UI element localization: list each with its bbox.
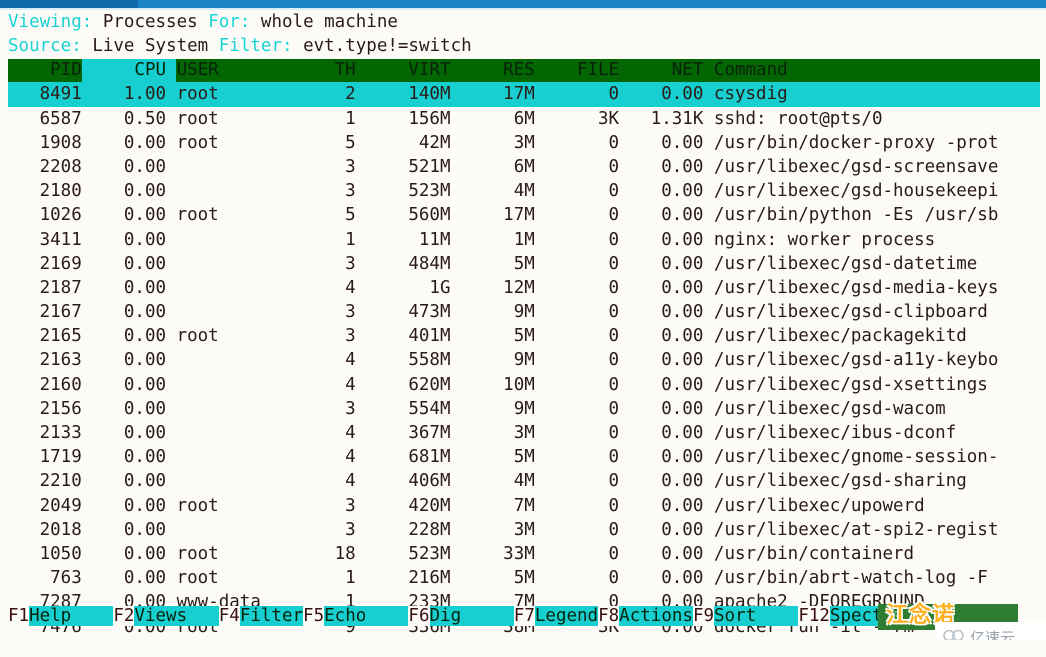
table-row[interactable]: 8491 1.00 root 2 140M 17M 0 0.00 csysdig — [0, 82, 1046, 107]
table-row[interactable]: 2187 0.00 4 1G 12M 0 0.00 /usr/libexec/g… — [0, 276, 1046, 300]
table-row[interactable]: 2049 0.00 root 3 420M 7M 0 0.00 /usr/lib… — [0, 494, 1046, 518]
function-key-dig[interactable]: Dig — [429, 606, 514, 626]
function-key-number-f6: F6 — [408, 606, 430, 626]
column-header-labels: PID CPU USER TH VIRT RES FILE NET Comman… — [8, 60, 788, 81]
table-row[interactable]: 2156 0.00 3 554M 9M 0 0.00 /usr/libexec/… — [0, 397, 1046, 421]
table-row[interactable]: 2165 0.00 root 3 401M 5M 0 0.00 /usr/lib… — [0, 324, 1046, 348]
table-row-text: 2156 0.00 3 554M 9M 0 0.00 /usr/libexec/… — [8, 398, 946, 419]
table-row[interactable]: 763 0.00 root 1 216M 5M 0 0.00 /usr/bin/… — [0, 566, 1046, 590]
table-row[interactable]: 2018 0.00 3 228M 3M 0 0.00 /usr/libexec/… — [0, 518, 1046, 542]
viewing-spacer — [92, 12, 103, 32]
table-row-text: 2049 0.00 root 3 420M 7M 0 0.00 /usr/lib… — [8, 495, 925, 516]
table-row[interactable]: 2160 0.00 4 620M 10M 0 0.00 /usr/libexec… — [0, 373, 1046, 397]
table-column-header[interactable]: PID CPU USER TH VIRT RES FILE NET Comman… — [0, 59, 1046, 83]
terminal-bottom-padding — [0, 640, 1046, 657]
status-line-viewing: Viewing: Processes For: whole machine — [0, 10, 1046, 34]
function-key-filter[interactable]: Filter — [239, 606, 304, 626]
table-row[interactable]: 2163 0.00 4 558M 9M 0 0.00 /usr/libexec/… — [0, 348, 1046, 372]
function-key-sort[interactable]: Sort — [714, 606, 799, 626]
function-key-number-f9: F9 — [692, 606, 715, 626]
for-spacer2 — [250, 12, 261, 32]
function-key-echo[interactable]: Echo — [324, 606, 409, 626]
function-key-actions[interactable]: Actions — [619, 606, 693, 626]
table-row-text: 2169 0.00 3 484M 5M 0 0.00 /usr/libexec/… — [8, 253, 978, 274]
table-row-text: 2163 0.00 4 558M 9M 0 0.00 /usr/libexec/… — [8, 350, 999, 371]
table-row-text: 1026 0.00 root 5 560M 17M 0 0.00 /usr/bi… — [8, 205, 999, 226]
function-key-legend[interactable]: Legend — [534, 606, 599, 626]
filter-spacer — [208, 36, 219, 56]
for-label: For: — [208, 12, 251, 32]
function-key-number-f2: F2 — [113, 606, 135, 626]
browser-progress-bar — [0, 0, 1046, 8]
function-key-views[interactable]: Views — [134, 606, 219, 626]
status-line-source: Source: Live System Filter: evt.type!=sw… — [0, 34, 1046, 58]
table-row-text: 1908 0.00 root 5 42M 3M 0 0.00 /usr/bin/… — [8, 132, 999, 153]
table-row[interactable]: 6587 0.50 root 1 156M 6M 3K 1.31K sshd: … — [0, 107, 1046, 131]
csysdig-screen: Viewing: Processes For: whole machine So… — [0, 0, 1046, 657]
source-spacer — [82, 36, 93, 56]
table-row-text: 763 0.00 root 1 216M 5M 0 0.00 /usr/bin/… — [8, 568, 988, 589]
viewing-value[interactable]: Processes — [103, 12, 198, 32]
table-row-text: 2165 0.00 root 3 401M 5M 0 0.00 /usr/lib… — [8, 326, 967, 347]
function-key-number-f7: F7 — [513, 606, 535, 626]
table-row[interactable]: 1908 0.00 root 5 42M 3M 0 0.00 /usr/bin/… — [0, 131, 1046, 155]
table-row[interactable]: 2210 0.00 4 406M 4M 0 0.00 /usr/libexec/… — [0, 469, 1046, 493]
function-key-list: F1Help F2Views F4FilterF5Echo F6Dig F7Le… — [8, 604, 904, 628]
table-row[interactable]: 2180 0.00 3 523M 4M 0 0.00 /usr/libexec/… — [0, 179, 1046, 203]
table-row-text: 2018 0.00 3 228M 3M 0 0.00 /usr/libexec/… — [8, 519, 999, 540]
for-value[interactable]: whole machine — [261, 12, 398, 32]
table-row[interactable]: 2167 0.00 3 473M 9M 0 0.00 /usr/libexec/… — [0, 300, 1046, 324]
table-row-text: 2187 0.00 4 1G 12M 0 0.00 /usr/libexec/g… — [8, 277, 999, 298]
table-row-text: 1050 0.00 root 18 523M 33M 0 0.00 /usr/b… — [8, 543, 915, 564]
table-row[interactable]: 2169 0.00 3 484M 5M 0 0.00 /usr/libexec/… — [0, 252, 1046, 276]
source-label: Source: — [8, 36, 82, 57]
table-row[interactable]: 1719 0.00 4 681M 5M 0 0.00 /usr/libexec/… — [0, 445, 1046, 469]
table-row-text: 2167 0.00 3 473M 9M 0 0.00 /usr/libexec/… — [8, 302, 988, 323]
table-row-text: 1719 0.00 4 681M 5M 0 0.00 /usr/libexec/… — [8, 447, 999, 468]
table-row-text: 6587 0.50 root 1 156M 6M 3K 1.31K sshd: … — [8, 108, 883, 129]
terminal-surface: Viewing: Processes For: whole machine So… — [0, 10, 1046, 657]
function-key-number-f12: F12 — [798, 606, 830, 626]
for-spacer — [198, 12, 209, 32]
function-key-number-f8: F8 — [598, 606, 620, 626]
filter-spacer2 — [293, 36, 304, 56]
table-row[interactable]: 2133 0.00 4 367M 3M 0 0.00 /usr/libexec/… — [0, 421, 1046, 445]
function-key-number-f5: F5 — [303, 606, 325, 626]
filter-label: Filter: — [218, 36, 293, 57]
function-key-help[interactable]: Help — [29, 606, 114, 626]
table-row-text: 2208 0.00 3 521M 6M 0 0.00 /usr/libexec/… — [8, 156, 999, 177]
process-table-body: 8491 1.00 root 2 140M 17M 0 0.00 csysdig… — [0, 82, 1046, 638]
browser-progress-fill — [0, 0, 138, 8]
filter-value[interactable]: evt.type!=switch — [303, 36, 472, 56]
table-row[interactable]: 1050 0.00 root 18 523M 33M 0 0.00 /usr/b… — [0, 542, 1046, 566]
table-row-text: 2160 0.00 4 620M 10M 0 0.00 /usr/libexec… — [8, 374, 988, 395]
function-key-number-f1: F1 — [8, 606, 30, 626]
table-row[interactable]: 3411 0.00 1 11M 1M 0 0.00 nginx: worker … — [0, 228, 1046, 252]
table-row[interactable]: 2208 0.00 3 521M 6M 0 0.00 /usr/libexec/… — [0, 155, 1046, 179]
table-row-text: 8491 1.00 root 2 140M 17M 0 0.00 csysdig — [8, 84, 788, 105]
table-row-text: 3411 0.00 1 11M 1M 0 0.00 nginx: worker … — [8, 229, 936, 250]
function-key-number-f4: F4 — [218, 606, 240, 626]
table-row-text: 2133 0.00 4 367M 3M 0 0.00 /usr/libexec/… — [8, 423, 957, 443]
table-row-text: 2180 0.00 3 523M 4M 0 0.00 /usr/libexec/… — [8, 181, 999, 202]
table-row[interactable]: 1026 0.00 root 5 560M 17M 0 0.00 /usr/bi… — [0, 203, 1046, 227]
source-value[interactable]: Live System — [92, 36, 208, 56]
table-row-text: 2210 0.00 4 406M 4M 0 0.00 /usr/libexec/… — [8, 471, 967, 492]
viewing-label: Viewing: — [8, 12, 93, 32]
